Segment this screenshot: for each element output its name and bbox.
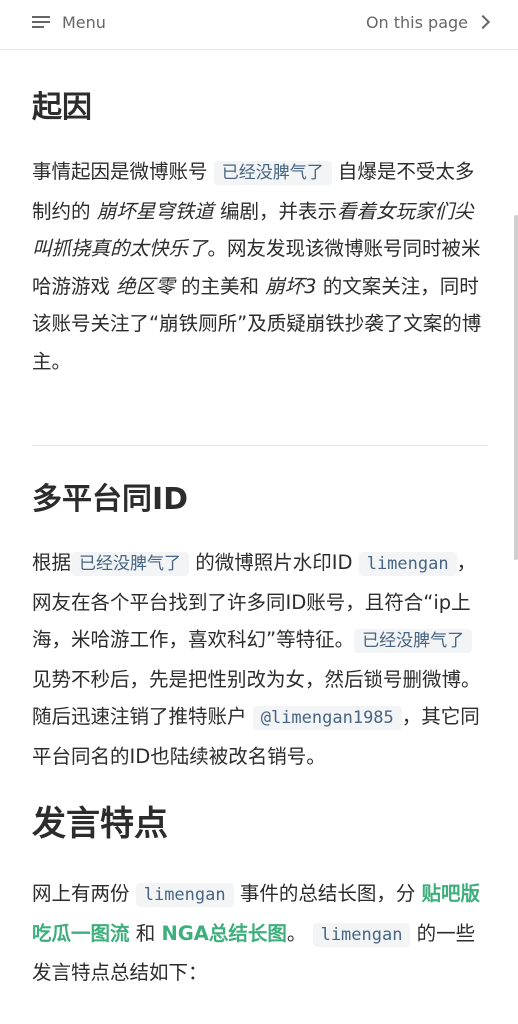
on-this-page-button[interactable]: On this page (365, 10, 491, 34)
paragraph-speech-features: 网上有两份 limengan 事件的总结长图，分 贴吧版吃瓜一图流 和 NGA总… (32, 882, 481, 984)
heading-speech-features: 发言特点 (32, 804, 168, 844)
on-this-page-label: On this page (365, 12, 468, 32)
emphasis-game-title: 崩坏星穹铁道 (96, 199, 214, 223)
menu-button[interactable]: Menu (32, 10, 106, 34)
article-content: 起因 事情起因是微博账号 已经没脾气了 自爆是不受太多制约的 崩坏星穹铁道 编剧… (32, 88, 488, 992)
inline-code-twitter: @limengan1985 (252, 706, 402, 730)
inline-code-account: 已经没脾气了 (71, 552, 190, 576)
menu-icon (32, 15, 50, 29)
menu-label: Menu (62, 12, 106, 32)
emphasis-game-zzz: 绝区零 (116, 274, 175, 298)
inline-code-account: 已经没脾气了 (354, 629, 473, 653)
emphasis-game-honkai3: 崩坏3 (265, 274, 317, 298)
heading-origin: 起因 (32, 90, 92, 125)
scrollbar[interactable] (514, 215, 518, 560)
inline-code-id: limengan (312, 922, 411, 947)
link-nga-summary[interactable]: NGA总结长图 (161, 922, 286, 945)
chevron-right-icon (475, 14, 491, 30)
inline-code-id: limengan (358, 552, 457, 576)
heading-same-id: 多平台同ID (32, 482, 189, 517)
top-navigation-bar: Menu On this page (0, 0, 518, 50)
inline-code-id: limengan (135, 883, 234, 907)
paragraph-same-id: 根据 已经没脾气了 的微博照片水印ID limengan ，网友在各个平台找到了许多… (32, 551, 481, 768)
paragraph-origin: 事情起因是微博账号 已经没脾气了 自爆是不受太多制约的 崩坏星穹铁道 编剧，并表… (32, 160, 482, 373)
inline-code-account: 已经没脾气了 (213, 161, 332, 185)
